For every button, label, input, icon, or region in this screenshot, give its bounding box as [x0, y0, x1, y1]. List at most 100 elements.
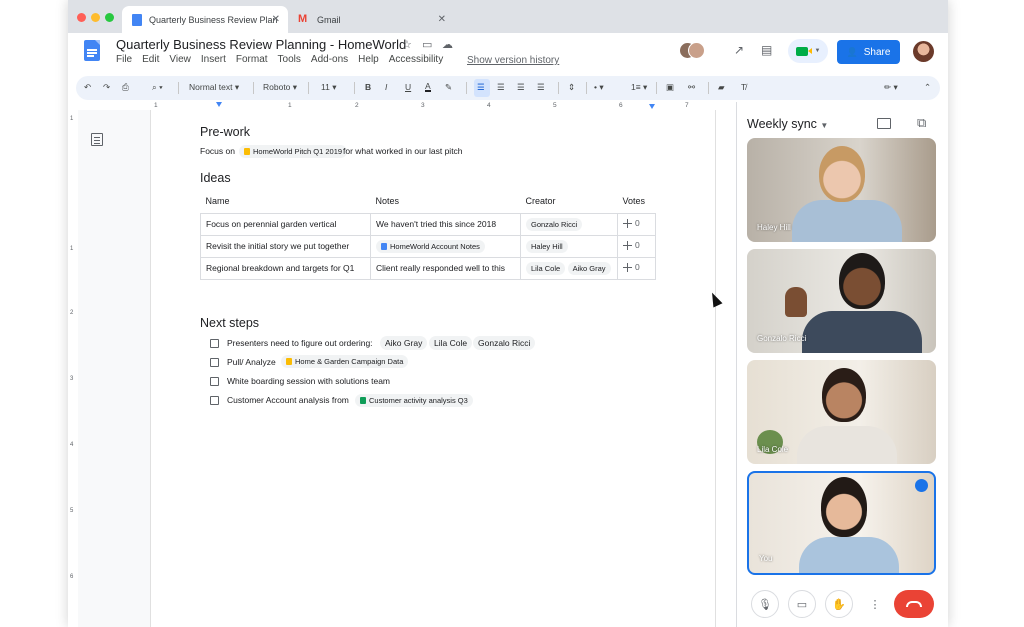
- participant-tile-self[interactable]: You: [747, 471, 936, 575]
- menu-format[interactable]: Format: [236, 54, 268, 65]
- idea-notes[interactable]: Client really responded well to this: [370, 256, 521, 280]
- numbered-list-icon[interactable]: 1≡ ▾: [631, 82, 647, 93]
- idea-creator[interactable]: Haley Hill: [520, 234, 618, 258]
- task-checkbox[interactable]: [210, 396, 219, 405]
- vote-counter[interactable]: 0: [623, 240, 640, 250]
- idea-votes[interactable]: 0: [617, 212, 656, 236]
- person-chip[interactable]: Gonzalo Ricci: [526, 218, 583, 231]
- tab-gmail[interactable]: M Gmail ✕: [288, 6, 454, 33]
- person-chip[interactable]: Aiko Gray: [567, 262, 611, 275]
- menu-view[interactable]: View: [169, 54, 191, 65]
- font-size-select[interactable]: 11 ▾: [321, 82, 336, 93]
- more-options-button[interactable]: ⋮: [861, 590, 889, 618]
- clear-formatting-icon[interactable]: T̸: [741, 82, 746, 92]
- add-comment-icon[interactable]: ▰: [718, 82, 725, 93]
- style-select[interactable]: Normal text ▾: [189, 82, 239, 93]
- undo-icon[interactable]: ↶: [84, 82, 91, 93]
- file-chip-homeworld-pitch[interactable]: HomeWorld Pitch Q1 2019: [239, 145, 348, 158]
- minimize-window-button[interactable]: [91, 13, 100, 22]
- idea-name[interactable]: Revisit the initial story we put togethe…: [200, 234, 371, 258]
- file-chip-campaign-data[interactable]: Home & Garden Campaign Data: [281, 355, 409, 368]
- document-title[interactable]: Quarterly Business Review Planning - Hom…: [116, 37, 406, 52]
- print-icon[interactable]: ⎙: [122, 82, 129, 93]
- task-checkbox[interactable]: [210, 339, 219, 348]
- menu-edit[interactable]: Edit: [142, 54, 159, 65]
- bulleted-list-icon[interactable]: • ▾: [594, 82, 604, 93]
- line-spacing-icon[interactable]: ⇕: [568, 82, 575, 93]
- idea-name[interactable]: Focus on perennial garden vertical: [200, 212, 371, 236]
- move-folder-icon[interactable]: ▭: [422, 38, 432, 51]
- ruler-tick: 1: [70, 246, 74, 252]
- person-chip[interactable]: Haley Hill: [526, 240, 568, 253]
- close-window-button[interactable]: [77, 13, 86, 22]
- share-button[interactable]: 👤 Share: [837, 40, 900, 64]
- idea-creator[interactable]: Lila Cole Aiko Gray: [520, 256, 618, 280]
- account-avatar[interactable]: [913, 41, 934, 62]
- close-tab-icon[interactable]: ✕: [272, 14, 280, 25]
- star-icon[interactable]: ☆: [402, 38, 412, 51]
- menu-file[interactable]: File: [116, 54, 132, 65]
- font-select[interactable]: Roboto ▾: [263, 82, 297, 93]
- document-outline-icon[interactable]: [91, 133, 103, 146]
- task-checkbox[interactable]: [210, 377, 219, 386]
- participant-tile[interactable]: Gonzalo Ricci: [747, 249, 936, 353]
- file-chip-activity-analysis[interactable]: Customer activity analysis Q3: [355, 394, 473, 407]
- highlight-icon[interactable]: ✎: [445, 82, 452, 93]
- collaborator-avatars[interactable]: [679, 42, 707, 60]
- align-justify-icon[interactable]: ☰: [537, 82, 545, 93]
- edit-mode-icon[interactable]: ✏ ▾: [884, 82, 898, 93]
- comment-history-icon[interactable]: ▤: [761, 43, 772, 57]
- bold-icon[interactable]: B: [365, 82, 371, 92]
- idea-creator[interactable]: Gonzalo Ricci: [520, 212, 618, 236]
- person-chip[interactable]: Aiko Gray: [380, 336, 428, 350]
- vote-counter[interactable]: 0: [623, 218, 640, 228]
- person-chip[interactable]: Gonzalo Ricci: [473, 336, 536, 350]
- ruler-indent-marker[interactable]: [216, 102, 222, 107]
- idea-notes[interactable]: HomeWorld Account Notes: [370, 234, 521, 258]
- document-page[interactable]: [150, 110, 716, 627]
- camera-button[interactable]: ▭: [788, 590, 816, 618]
- align-right-icon[interactable]: ☰: [517, 82, 525, 93]
- maximize-window-button[interactable]: [105, 13, 114, 22]
- italic-icon[interactable]: I: [385, 82, 387, 92]
- person-chip[interactable]: Lila Cole: [526, 262, 566, 275]
- idea-notes[interactable]: We haven't tried this since 2018: [370, 212, 521, 236]
- menu-addons[interactable]: Add-ons: [311, 54, 348, 65]
- idea-votes[interactable]: 0: [617, 234, 656, 258]
- insert-link-icon[interactable]: ⚯: [688, 82, 695, 93]
- close-tab-icon[interactable]: ✕: [438, 14, 446, 25]
- meet-button[interactable]: ▼: [788, 39, 828, 63]
- underline-icon[interactable]: U: [405, 82, 411, 92]
- insert-image-icon[interactable]: ▣: [666, 82, 674, 93]
- microphone-button[interactable]: 🎙: [751, 590, 779, 618]
- tab-docs[interactable]: Quarterly Business Review Plan ✕: [122, 6, 288, 33]
- meeting-title[interactable]: Weekly sync ▼: [747, 117, 828, 131]
- task-checkbox[interactable]: [210, 358, 219, 367]
- align-center-icon[interactable]: ☰: [497, 82, 505, 93]
- menu-help[interactable]: Help: [358, 54, 379, 65]
- file-chip-account-notes[interactable]: HomeWorld Account Notes: [376, 240, 485, 253]
- raise-hand-button[interactable]: ✋: [825, 590, 853, 618]
- ruler-right-margin-marker[interactable]: [649, 104, 655, 109]
- end-call-button[interactable]: [894, 590, 934, 618]
- menu-tools[interactable]: Tools: [278, 54, 301, 65]
- vertical-ruler[interactable]: 1 1 2 3 4 5 6: [68, 110, 78, 627]
- participant-tile[interactable]: Haley Hill: [747, 138, 936, 242]
- participant-tile[interactable]: Lila Cole: [747, 360, 936, 464]
- vote-counter[interactable]: 0: [623, 262, 640, 272]
- picture-in-picture-icon[interactable]: [877, 118, 891, 129]
- collapse-toolbar-icon[interactable]: ⌃: [924, 82, 931, 93]
- docs-logo-icon[interactable]: [84, 40, 100, 61]
- idea-votes[interactable]: 0: [617, 256, 656, 280]
- pop-out-icon[interactable]: ⧉: [917, 115, 926, 131]
- version-history-link[interactable]: Show version history: [467, 55, 559, 66]
- person-chip[interactable]: Lila Cole: [429, 336, 473, 350]
- redo-icon[interactable]: ↷: [103, 82, 110, 93]
- text-color-icon[interactable]: A: [425, 82, 431, 92]
- zoom-icon[interactable]: ⌕ ▾: [152, 82, 163, 93]
- menu-accessibility[interactable]: Accessibility: [389, 54, 443, 65]
- cloud-saved-icon[interactable]: ☁: [442, 38, 453, 51]
- idea-name[interactable]: Regional breakdown and targets for Q1: [200, 256, 371, 280]
- activity-trend-icon[interactable]: ↗: [734, 43, 744, 57]
- menu-insert[interactable]: Insert: [201, 54, 226, 65]
